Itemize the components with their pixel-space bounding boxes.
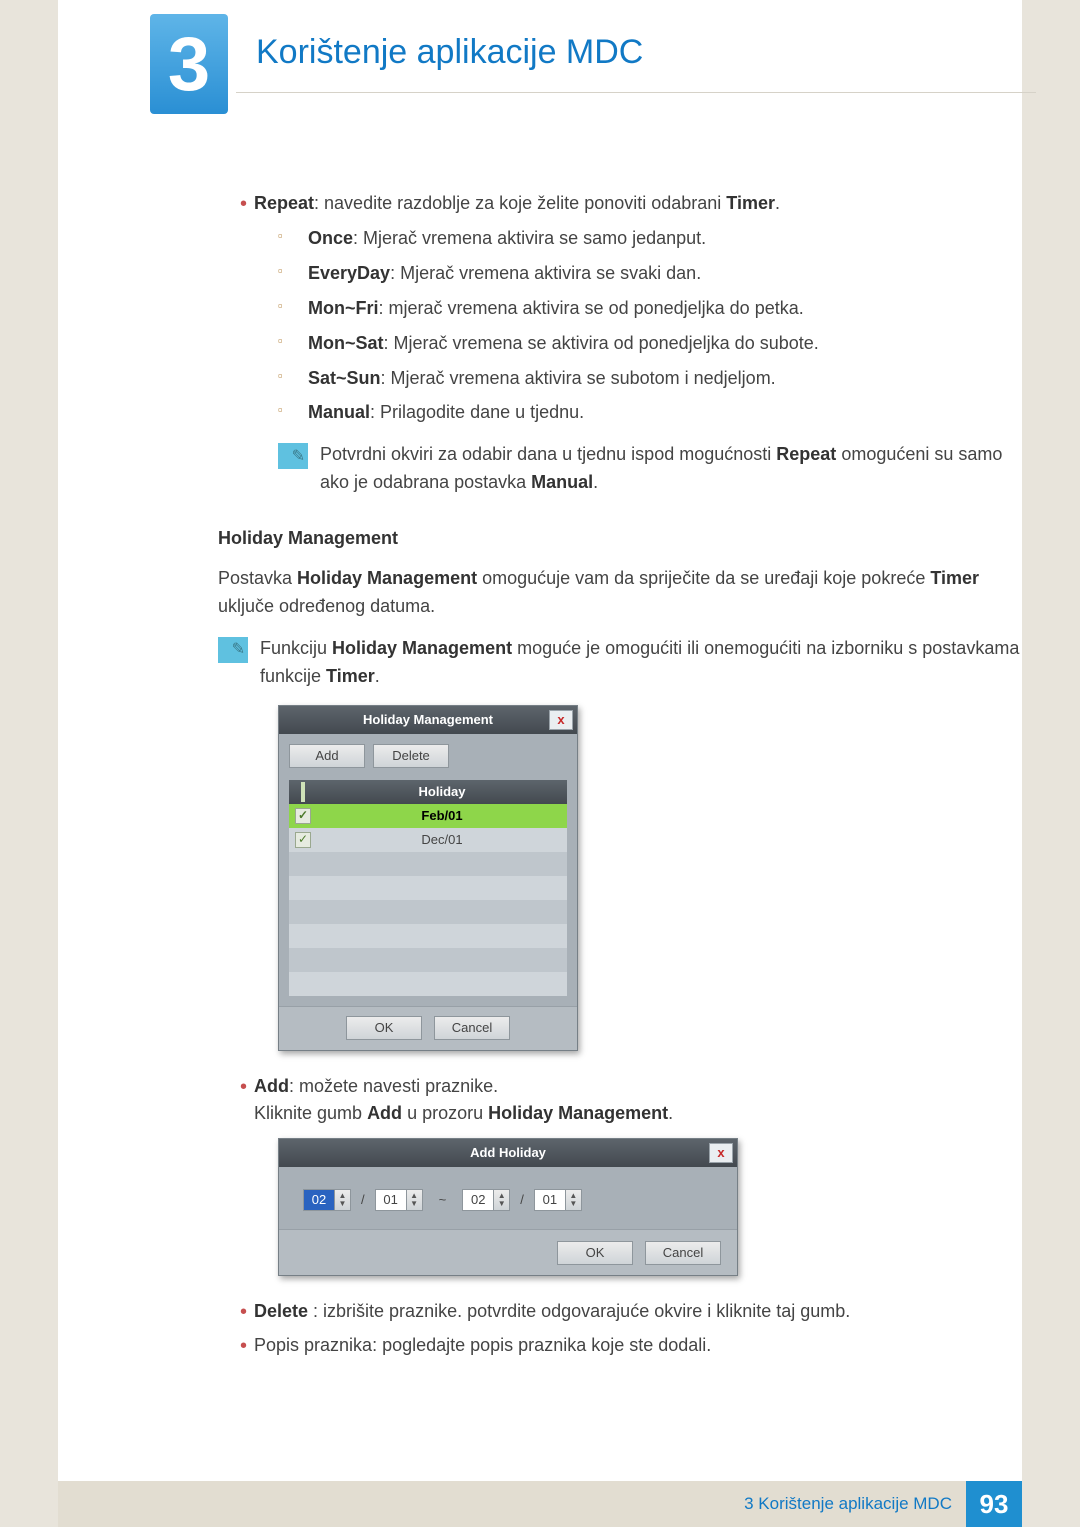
grid-row[interactable]: ✓ Dec/01 [289, 828, 567, 852]
holiday-label: Dec/01 [317, 830, 567, 850]
to-month-stepper[interactable]: 02 ▲▼ [462, 1189, 510, 1211]
ok-button[interactable]: OK [346, 1016, 422, 1040]
slash-separator: / [361, 1190, 365, 1210]
repeat-note: Potvrdni okviri za odabir dana u tjednu … [278, 441, 1028, 497]
holiday-management-heading: Holiday Management [218, 525, 1028, 553]
grid-row-empty [289, 852, 567, 876]
delete-text: Delete : izbrišite praznike. potvrdite o… [254, 1298, 850, 1326]
dialog-title: Holiday Management x [279, 706, 577, 734]
row-checkbox[interactable]: ✓ [295, 832, 311, 848]
spin-arrows-icon[interactable]: ▲▼ [335, 1189, 351, 1211]
holiday-grid: Holiday ✓ Feb/01 ✓ Dec/01 [289, 780, 567, 996]
close-button[interactable]: x [709, 1143, 733, 1163]
repeat-item-satsun: ▫Sat~Sun: Mjerač vremena aktivira se sub… [278, 365, 1028, 393]
square-marker-icon: ▫ [278, 399, 308, 427]
dialog-footer: OK Cancel [279, 1229, 737, 1275]
delete-bullet: • Delete : izbrišite praznike. potvrdite… [218, 1298, 1028, 1326]
repeat-item-once: ▫Once: Mjerač vremena aktivira se samo j… [278, 225, 1028, 253]
close-button[interactable]: x [549, 710, 573, 730]
bullet-icon: • [218, 1332, 254, 1360]
delete-button[interactable]: Delete [373, 744, 449, 768]
ok-button[interactable]: OK [557, 1241, 633, 1265]
cancel-button[interactable]: Cancel [434, 1016, 510, 1040]
grid-row-empty [289, 972, 567, 996]
holiday-management-paragraph: Postavka Holiday Management omogućuje va… [218, 565, 1028, 621]
add-holiday-dialog: Add Holiday x 02 ▲▼ / 01 ▲▼ ~ 02 ▲▼ / [278, 1138, 738, 1276]
repeat-bold: Repeat [254, 193, 314, 213]
spin-arrows-icon[interactable]: ▲▼ [494, 1189, 510, 1211]
spin-arrows-icon[interactable]: ▲▼ [407, 1189, 423, 1211]
spin-arrows-icon[interactable]: ▲▼ [566, 1189, 582, 1211]
from-day-stepper[interactable]: 01 ▲▼ [375, 1189, 423, 1211]
to-month-input[interactable]: 02 [462, 1189, 494, 1211]
chapter-number-badge: 3 [150, 14, 228, 114]
from-day-input[interactable]: 01 [375, 1189, 407, 1211]
to-day-stepper[interactable]: 01 ▲▼ [534, 1189, 582, 1211]
add-holiday-body: 02 ▲▼ / 01 ▲▼ ~ 02 ▲▼ / 01 ▲▼ [279, 1167, 737, 1229]
grid-row-empty [289, 876, 567, 900]
cancel-button[interactable]: Cancel [645, 1241, 721, 1265]
holiday-column-header: Holiday [317, 782, 567, 802]
holiday-management-note: Funkciju Holiday Management moguće je om… [218, 635, 1028, 691]
bullet-icon: • [218, 1073, 254, 1129]
grid-row-empty [289, 948, 567, 972]
holiday-management-dialog: Holiday Management x Add Delete Holiday … [278, 705, 578, 1051]
add-bullet: • Add: možete navesti praznike. Kliknite… [218, 1073, 1028, 1129]
grid-header: Holiday [289, 780, 567, 804]
square-marker-icon: ▫ [278, 260, 308, 288]
holiday-list-bullet: • Popis praznika: pogledajte popis prazn… [218, 1332, 1028, 1360]
range-tilde: ~ [433, 1190, 453, 1210]
note-icon [278, 443, 308, 469]
square-marker-icon: ▫ [278, 295, 308, 323]
holiday-list-text: Popis praznika: pogledajte popis praznik… [254, 1332, 711, 1360]
repeat-item-monsat: ▫Mon~Sat: Mjerač vremena se aktivira od … [278, 330, 1028, 358]
holiday-management-note-text: Funkciju Holiday Management moguće je om… [260, 635, 1028, 691]
grid-row-empty [289, 924, 567, 948]
square-marker-icon: ▫ [278, 330, 308, 358]
footer-page-number: 93 [966, 1481, 1022, 1527]
add-text: Add: možete navesti praznike. Kliknite g… [254, 1073, 673, 1129]
chapter-title: Korištenje aplikacije MDC [256, 33, 1036, 72]
holiday-label: Feb/01 [317, 806, 567, 826]
dialog-title: Add Holiday x [279, 1139, 737, 1167]
slash-separator: / [520, 1190, 524, 1210]
row-checkbox[interactable]: ✓ [295, 808, 311, 824]
to-day-input[interactable]: 01 [534, 1189, 566, 1211]
footer-text: 3 Korištenje aplikacije MDC [744, 1494, 952, 1514]
repeat-item-everyday: ▫EveryDay: Mjerač vremena aktivira se sv… [278, 260, 1028, 288]
grid-row-empty [289, 900, 567, 924]
page: 3 Korištenje aplikacije MDC • Repeat: na… [58, 0, 1022, 1527]
square-marker-icon: ▫ [278, 365, 308, 393]
grid-row-selected[interactable]: ✓ Feb/01 [289, 804, 567, 828]
chapter-title-row: Korištenje aplikacije MDC [236, 33, 1036, 93]
dialog-toolbar: Add Delete [279, 734, 577, 774]
page-footer: 3 Korištenje aplikacije MDC 93 [58, 1481, 1022, 1527]
add-button[interactable]: Add [289, 744, 365, 768]
repeat-item-manual: ▫Manual: Prilagodite dane u tjednu. [278, 399, 1028, 427]
note-icon [218, 637, 248, 663]
from-month-input[interactable]: 02 [303, 1189, 335, 1211]
repeat-sub-list: ▫Once: Mjerač vremena aktivira se samo j… [278, 225, 1028, 427]
checkbox-header[interactable] [289, 782, 317, 802]
dialog-footer: OK Cancel [279, 1006, 577, 1050]
repeat-bullet: • Repeat: navedite razdoblje za koje žel… [218, 190, 1028, 218]
content-area: • Repeat: navedite razdoblje za koje žel… [218, 190, 1028, 1362]
repeat-note-text: Potvrdni okviri za odabir dana u tjednu … [320, 441, 1028, 497]
repeat-text: Repeat: navedite razdoblje za koje želit… [254, 190, 780, 218]
bullet-icon: • [218, 1298, 254, 1326]
from-month-stepper[interactable]: 02 ▲▼ [303, 1189, 351, 1211]
bullet-icon: • [218, 190, 254, 218]
repeat-item-monfri: ▫Mon~Fri: mjerač vremena aktivira se od … [278, 295, 1028, 323]
square-marker-icon: ▫ [278, 225, 308, 253]
